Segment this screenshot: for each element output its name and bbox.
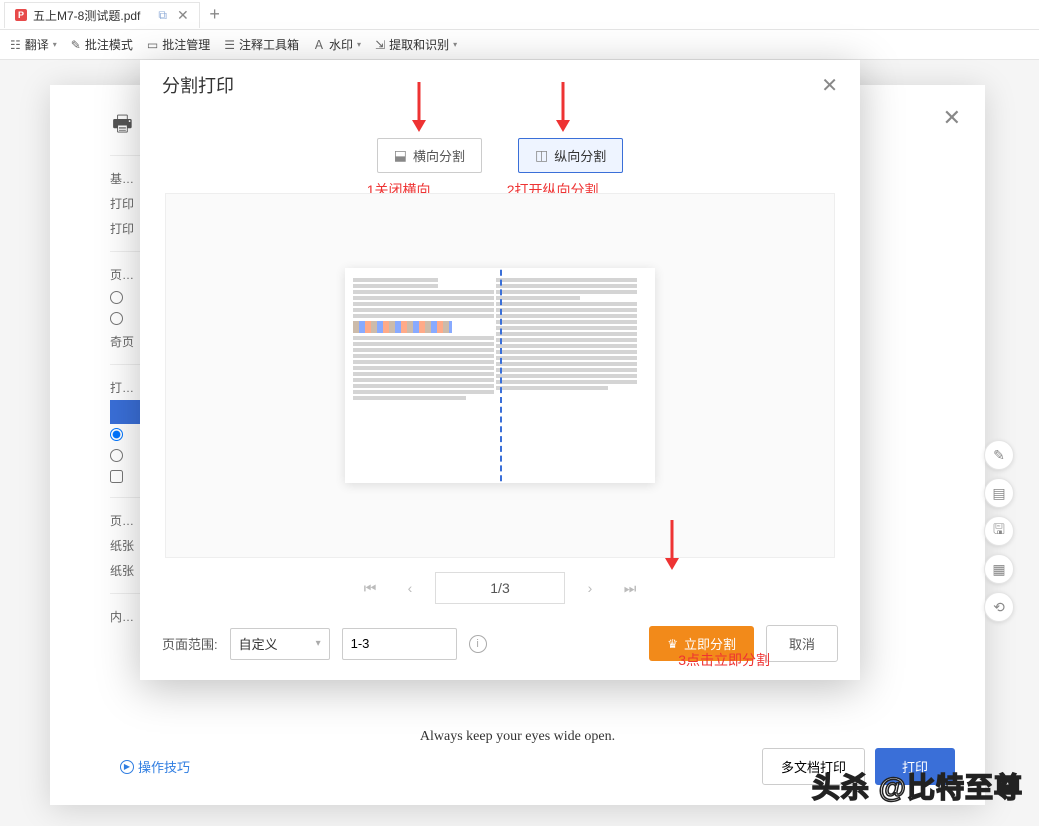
window-icon[interactable]: ⧉ <box>158 8 167 23</box>
translate-icon: ☷ <box>10 38 21 52</box>
watermark-icon: Ａ <box>313 36 325 53</box>
new-tab-button[interactable]: + <box>200 4 230 25</box>
split-preview-area <box>165 193 835 558</box>
side-icon-1[interactable]: ✎ <box>984 440 1014 470</box>
layout-chk[interactable] <box>110 470 123 483</box>
tool-annotate-tools[interactable]: ☰注释工具箱 <box>224 36 299 53</box>
horizontal-split-button[interactable]: ⬓ 横向分割 <box>377 138 482 173</box>
side-icon-3[interactable]: 🖫 <box>984 516 1014 546</box>
toolbox-icon: ☰ <box>224 38 235 52</box>
side-icon-2[interactable]: ▤ <box>984 478 1014 508</box>
tab-title: 五上M7-8测试题.pdf <box>33 7 140 24</box>
split-print-modal: 分割打印 ✕ ⬓ 横向分割 ◫ 纵向分割 1关闭横向 2打开纵向分割 <box>140 60 860 680</box>
tool-translate[interactable]: ☷翻译▾ <box>10 36 57 53</box>
first-page-button[interactable]: ⏮ <box>355 573 385 603</box>
page-opt-2[interactable] <box>110 312 123 325</box>
extract-icon: ⇲ <box>375 38 385 52</box>
play-icon: ▶ <box>120 760 134 774</box>
next-page-button[interactable]: › <box>575 573 605 603</box>
close-print-dialog-icon[interactable]: ✕ <box>943 105 961 131</box>
tool-watermark[interactable]: Ａ水印▾ <box>313 36 361 53</box>
horizontal-split-icon: ⬓ <box>394 147 407 164</box>
page-navigator: ⏮ ‹ 1/3 › ⏭ <box>355 572 645 604</box>
cancel-button[interactable]: 取消 <box>766 625 838 662</box>
page-thumbnail <box>345 268 655 483</box>
crown-icon: ♛ <box>667 637 678 651</box>
annotation-arrow-2 <box>557 82 569 132</box>
page-indicator[interactable]: 1/3 <box>435 572 565 604</box>
tool-annotate-mode[interactable]: ✎批注模式 <box>71 36 133 53</box>
image-watermark: 头杀 @比特至尊 <box>812 766 1023 806</box>
side-icon-5[interactable]: ⟲ <box>984 592 1014 622</box>
vertical-split-button[interactable]: ◫ 纵向分割 <box>518 138 623 173</box>
last-page-button[interactable]: ⏭ <box>615 573 645 603</box>
vertical-split-icon: ◫ <box>535 147 548 164</box>
info-icon[interactable]: i <box>469 635 487 653</box>
pdf-badge-icon: P <box>15 9 27 21</box>
layout-opt-1[interactable] <box>110 428 123 441</box>
range-label: 页面范围: <box>162 634 218 653</box>
side-tool-icons: ✎ ▤ 🖫 ▦ ⟲ <box>984 440 1014 622</box>
document-tab[interactable]: P 五上M7-8测试题.pdf ⧉ ✕ <box>4 2 200 28</box>
annotation-3: 3点击立即分割 <box>678 650 770 670</box>
printer-icon: 🖶 <box>112 107 133 145</box>
split-divider[interactable] <box>500 268 502 483</box>
prev-page-button[interactable]: ‹ <box>395 573 425 603</box>
edit-icon: ✎ <box>71 38 81 52</box>
range-input[interactable] <box>342 628 457 660</box>
layout-opt-2[interactable] <box>110 449 123 462</box>
close-modal-icon[interactable]: ✕ <box>821 73 838 98</box>
range-mode-select[interactable]: 自定义▾ <box>230 628 330 660</box>
tool-extract-ocr[interactable]: ⇲提取和识别▾ <box>375 36 457 53</box>
page-opt-1[interactable] <box>110 291 123 304</box>
thumb-image-strip <box>353 321 452 333</box>
close-tab-icon[interactable]: ✕ <box>177 7 189 24</box>
side-icon-4[interactable]: ▦ <box>984 554 1014 584</box>
tab-bar: P 五上M7-8测试题.pdf ⧉ ✕ + <box>0 0 1039 30</box>
annotation-arrow-3 <box>666 520 678 570</box>
tips-link[interactable]: ▶操作技巧 <box>120 757 190 776</box>
annotation-arrow-1 <box>413 82 425 132</box>
tool-annotate-manage[interactable]: ▭批注管理 <box>147 36 210 53</box>
preview-bottom-text: Always keep your eyes wide open. <box>50 729 985 745</box>
toolbar: ☷翻译▾ ✎批注模式 ▭批注管理 ☰注释工具箱 Ａ水印▾ ⇲提取和识别▾ <box>0 30 1039 60</box>
modal-title: 分割打印 <box>162 72 234 98</box>
manage-icon: ▭ <box>147 38 158 52</box>
